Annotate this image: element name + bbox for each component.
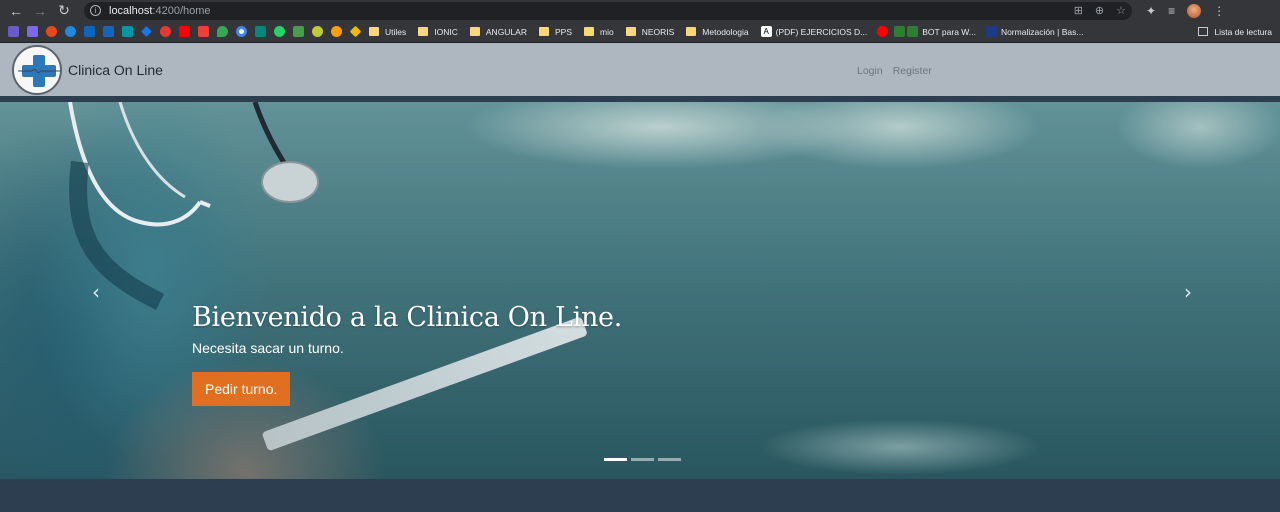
- bookmark-icon[interactable]: [141, 26, 152, 37]
- hero-carousel: ‹ › Bienvenido a la Clinica On Line. Nec…: [0, 102, 1280, 479]
- linkedin-icon[interactable]: [84, 26, 95, 37]
- bookmark-folder[interactable]: NEORIS: [625, 27, 674, 37]
- login-link[interactable]: Login: [857, 65, 883, 77]
- profile-avatar[interactable]: [1187, 3, 1202, 18]
- extensions-icon[interactable]: ✦: [1146, 4, 1156, 18]
- bookmark-icon[interactable]: [8, 26, 19, 37]
- bookmark-icon[interactable]: [312, 26, 323, 37]
- bookmark-link[interactable]: A (PDF) EJERCICIOS D...: [760, 26, 867, 37]
- zoom-icon[interactable]: ⊕: [1095, 4, 1104, 17]
- carousel-next-button[interactable]: ›: [1178, 280, 1198, 304]
- bookmarks-bar: Utiles IONIC ANGULAR PPS mio NEORIS Meto…: [0, 21, 1280, 43]
- gmail-icon[interactable]: [198, 26, 209, 37]
- bookmark-icon: [985, 26, 997, 37]
- carousel-indicator[interactable]: [631, 458, 654, 461]
- youtube-icon[interactable]: [877, 26, 889, 37]
- menu-icon[interactable]: ⋮: [1213, 4, 1225, 18]
- folder-icon: [469, 27, 480, 36]
- reading-list-icon: [1198, 27, 1209, 36]
- carousel-prev-button[interactable]: ‹: [86, 280, 106, 304]
- bookmark-icon[interactable]: [122, 26, 133, 37]
- bookmark-icon[interactable]: [293, 26, 304, 37]
- bookmark-link[interactable]: BOT para W...: [894, 26, 976, 37]
- register-link[interactable]: Register: [893, 65, 932, 77]
- page-dark-band: [0, 479, 1280, 506]
- academia-icon: A: [760, 26, 772, 37]
- url-host: localhost: [109, 4, 153, 17]
- heartbeat-icon: [18, 68, 60, 73]
- reload-icon[interactable]: ↻: [54, 1, 74, 21]
- check-icon: [907, 26, 919, 37]
- bookmark-folder[interactable]: ANGULAR: [469, 27, 527, 37]
- carousel-indicator[interactable]: [604, 458, 627, 461]
- folder-icon: [418, 27, 429, 36]
- url-path: :4200/home: [152, 4, 211, 17]
- chevron-right-icon: ›: [1184, 280, 1192, 304]
- hero-subtitle: Necesita sacar un turno.: [192, 340, 344, 356]
- bookmark-icon[interactable]: [65, 26, 76, 37]
- carousel-indicator[interactable]: [658, 458, 681, 461]
- reading-list-icon[interactable]: ≡: [1168, 4, 1175, 18]
- folder-icon: [584, 27, 594, 36]
- browser-toolbar: ← → ↻ i localhost:4200/home ⊞ ⊕ ☆ ✦ ≡ ⋮: [0, 0, 1280, 21]
- bookmark-icon[interactable]: [160, 26, 171, 37]
- folder-icon: [369, 27, 379, 36]
- carousel-indicators: [604, 458, 681, 461]
- bookmark-folder[interactable]: PPS: [538, 27, 572, 37]
- back-arrow-icon[interactable]: ←: [6, 1, 26, 21]
- check-icon: [894, 26, 906, 37]
- brand-name[interactable]: Clinica On Line: [68, 62, 163, 78]
- bookmark-folder[interactable]: mio: [584, 27, 614, 37]
- address-bar[interactable]: i localhost:4200/home ⊞ ⊕ ☆: [84, 1, 1132, 20]
- bookmark-icon[interactable]: [103, 26, 114, 37]
- translate-icon[interactable]: ⊞: [1074, 4, 1083, 17]
- site-info-icon[interactable]: i: [90, 5, 101, 16]
- folder-icon: [538, 27, 549, 36]
- bookmark-icon[interactable]: [255, 26, 266, 37]
- folder-icon: [686, 27, 697, 36]
- bookmark-folder[interactable]: Utiles: [369, 27, 406, 37]
- pedir-turno-button[interactable]: Pedir turno.: [192, 372, 291, 406]
- bookmark-icon[interactable]: [331, 26, 342, 37]
- google-icon[interactable]: [236, 26, 247, 37]
- whatsapp-icon[interactable]: [274, 26, 285, 37]
- clinic-logo[interactable]: [12, 44, 62, 95]
- bookmark-icon[interactable]: [46, 26, 57, 37]
- hero-title: Bienvenido a la Clinica On Line.: [192, 302, 622, 333]
- bookmark-folder[interactable]: IONIC: [418, 27, 458, 37]
- bookmark-icon[interactable]: [27, 26, 38, 37]
- app-navbar: Clinica On Line Login Register: [0, 43, 1280, 102]
- maps-icon[interactable]: [217, 26, 228, 37]
- bookmark-folder[interactable]: Metodologia: [686, 27, 749, 37]
- binance-icon[interactable]: [349, 25, 362, 38]
- star-icon[interactable]: ☆: [1116, 4, 1126, 17]
- youtube-icon[interactable]: [179, 26, 190, 37]
- reading-list-button[interactable]: Lista de lectura: [1198, 27, 1272, 37]
- chevron-left-icon: ‹: [92, 280, 100, 304]
- folder-icon: [625, 27, 636, 36]
- forward-arrow-icon[interactable]: →: [30, 1, 50, 21]
- bookmark-link[interactable]: Normalización | Bas...: [985, 26, 1083, 37]
- carousel-caption: Bienvenido a la Clinica On Line. Necesit…: [192, 302, 622, 406]
